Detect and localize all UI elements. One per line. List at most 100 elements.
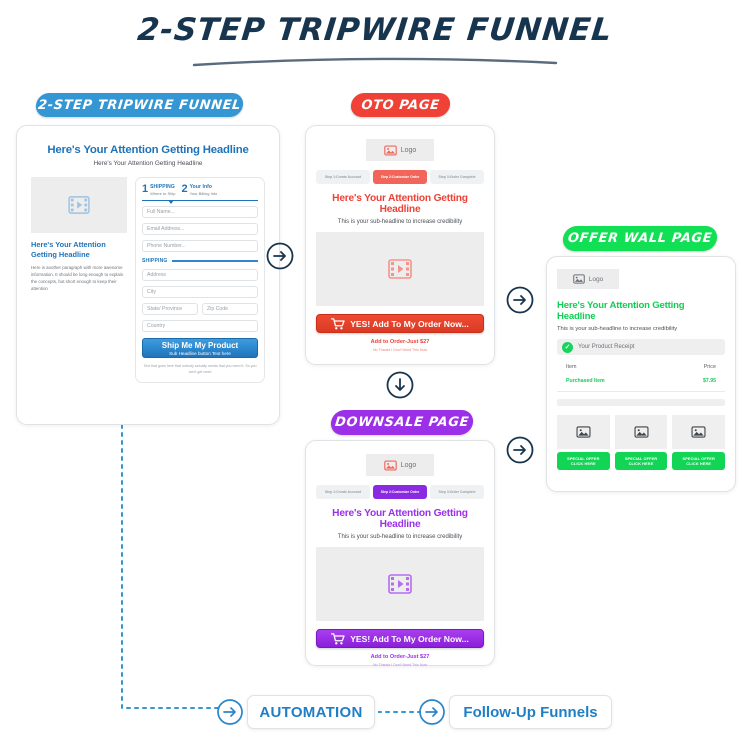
tripwire-order-form: 1 SHIPPING Where to Ship 2 Your Info You… — [135, 177, 265, 384]
badge-tripwire-label: 2-STEP TRIPWIRE FUNNEL — [37, 97, 242, 113]
tripwire-step-1[interactable]: 1 SHIPPING Where to Ship — [142, 183, 176, 197]
badge-oto-label: OTO PAGE — [360, 97, 441, 113]
oto-headline: Here's Your Attention Getting Headline — [332, 193, 468, 215]
downsale-headline: Here's Your Attention Getting Headline — [332, 508, 468, 530]
special-offer-button-1[interactable]: SPECIAL OFFER CLICK HERE — [557, 452, 610, 470]
downsale-logo: Logo — [366, 454, 434, 476]
downsale-decline-link[interactable]: No Thanks I Don't Need This Now — [316, 663, 484, 667]
oto-video-placeholder[interactable] — [316, 232, 484, 306]
title-underline — [192, 57, 558, 67]
arrow-to-automation — [217, 699, 243, 725]
offerwall-table-header: Item Price — [557, 364, 725, 370]
downsale-cta-button[interactable]: YES! Add To My Order Now... — [316, 629, 484, 648]
tripwire-step-2-number: 2 — [181, 183, 188, 195]
oto-logo: Logo — [366, 139, 434, 161]
downsale-page-card: Logo Step 1:Create Account Step 2:Custom… — [305, 440, 495, 667]
followup-funnels-node[interactable]: Follow-Up Funnels — [449, 695, 612, 729]
badge-offer-wall-page: OFFER WALL PAGE — [561, 226, 719, 251]
automation-node[interactable]: AUTOMATION — [247, 695, 375, 729]
downsale-tab-step-3[interactable]: Step 3:Order Complete — [430, 485, 484, 499]
full-name-input[interactable]: Full Name... — [142, 206, 258, 218]
image-placeholder-icon — [576, 426, 591, 438]
offerwall-offer-grid: SPECIAL OFFER CLICK HERE SPECIAL OFFER C… — [557, 415, 726, 470]
oto-decline-link[interactable]: No Thanks I Don't Need This Now — [316, 348, 484, 352]
tripwire-step-1-number: 1 — [142, 183, 149, 195]
shipping-section-label: SHIPPING — [142, 258, 168, 264]
oto-page-card: Logo Step 1:Create Account Step 2:Custom… — [305, 125, 495, 365]
shopping-cart-icon — [331, 317, 345, 329]
shipping-section-header: SHIPPING — [142, 258, 258, 264]
phone-number-input[interactable]: Phone Number... — [142, 240, 258, 252]
badge-downsale-label: DOWNSALE PAGE — [334, 415, 470, 430]
arrow-downsale-to-offerwall — [506, 436, 534, 464]
offer-btn-3-line2: CLICK HERE — [686, 461, 712, 466]
downsale-video-placeholder[interactable] — [316, 547, 484, 621]
tripwire-step-1-title: SHIPPING — [150, 184, 175, 190]
image-placeholder-icon — [691, 426, 706, 438]
downsale-logo-label: Logo — [400, 461, 417, 469]
offerwall-receipt-label: Your Product Receipt — [578, 344, 635, 350]
offer-thumbnail-1[interactable] — [557, 415, 610, 449]
city-input[interactable]: City — [142, 286, 258, 298]
ship-button-main-label: Ship Me My Product — [161, 340, 239, 350]
arrow-to-followup — [419, 699, 445, 725]
check-circle-icon: ✓ — [562, 341, 573, 353]
arrow-oto-to-downsale — [386, 371, 414, 399]
oto-cta-button[interactable]: YES! Add To My Order Now... — [316, 314, 484, 333]
offerwall-logo: Logo — [557, 269, 619, 289]
state-province-input[interactable]: State/ Province — [142, 303, 198, 315]
image-placeholder-icon — [633, 426, 649, 438]
offerwall-logo-label: Logo — [588, 275, 604, 283]
offerwall-col-item: Item — [566, 364, 577, 370]
badge-tripwire-funnel: 2-STEP TRIPWIRE FUNNEL — [34, 93, 245, 117]
offer-thumbnail-3[interactable] — [672, 415, 726, 449]
list-item: SPECIAL OFFER CLICK HERE — [614, 415, 668, 470]
dashed-path-automation-to-followup — [378, 711, 421, 713]
offer-btn-2-line2: CLICK HERE — [628, 461, 654, 466]
tripwire-step-tabs: 1 SHIPPING Where to Ship 2 Your Info You… — [142, 183, 258, 204]
badge-downsale-page: DOWNSALE PAGE — [329, 410, 475, 435]
ship-me-my-product-button[interactable]: Ship Me My Product Sub Headline button T… — [142, 338, 258, 358]
offerwall-row-price: $7.95 — [703, 378, 716, 384]
arrow-tripwire-to-oto — [266, 242, 294, 270]
oto-tab-step-1[interactable]: Step 1:Create Account — [316, 170, 370, 184]
tripwire-step-1-sub: Where to Ship — [150, 191, 176, 196]
oto-subheadline: This is your sub-headline to increase cr… — [337, 219, 463, 225]
followup-label: Follow-Up Funnels — [463, 703, 598, 721]
oto-logo-label: Logo — [400, 146, 417, 154]
downsale-cta-label: YES! Add To My Order Now... — [350, 633, 469, 644]
oto-tab-step-3[interactable]: Step 3:Order Complete — [430, 170, 484, 184]
image-placeholder-icon — [572, 274, 585, 284]
email-address-input[interactable]: Email Address... — [142, 223, 258, 235]
tripwire-left-paragraph: Here is another paragraph with more awes… — [31, 264, 124, 292]
list-item: SPECIAL OFFER CLICK HERE — [557, 415, 610, 470]
image-placeholder-icon — [383, 459, 397, 471]
video-placeholder-icon — [388, 574, 412, 594]
tripwire-video-placeholder[interactable] — [31, 177, 127, 233]
address-input[interactable]: Address — [142, 269, 258, 281]
country-input[interactable]: Country — [142, 320, 258, 332]
special-offer-button-2[interactable]: SPECIAL OFFER CLICK HERE — [614, 452, 668, 470]
oto-tab-step-2[interactable]: Step 2:Customize Order — [373, 170, 427, 184]
downsale-price-line: Add to Order-Just $27 — [370, 654, 430, 660]
table-row: Purchased Item $7.95 — [557, 378, 725, 392]
downsale-step-tabs: Step 1:Create Account Step 2:Customize O… — [316, 485, 484, 499]
tripwire-subheadline: Here's Your Attention Getting Headline — [93, 160, 203, 167]
video-placeholder-icon — [68, 196, 90, 214]
tripwire-left-column: Here's Your Attention Getting Headline H… — [31, 177, 127, 383]
tripwire-step-2-sub: Your Billing Info — [189, 191, 218, 196]
tripwire-step-2-title: Your Info — [189, 184, 213, 190]
offer-thumbnail-2[interactable] — [614, 415, 668, 449]
tripwire-active-step-caret — [168, 200, 174, 204]
shopping-cart-icon — [331, 632, 345, 644]
offer-btn-1-line2: CLICK HERE — [570, 461, 596, 466]
tripwire-step-2[interactable]: 2 Your Info Your Billing Info — [181, 183, 218, 197]
arrow-oto-to-offerwall — [506, 286, 534, 314]
oto-step-tabs: Step 1:Create Account Step 2:Customize O… — [316, 170, 484, 184]
downsale-tab-step-1[interactable]: Step 1:Create Account — [316, 485, 370, 499]
zip-code-input[interactable]: Zip Code — [202, 303, 258, 315]
oto-cta-label: YES! Add To My Order Now... — [350, 318, 469, 329]
offerwall-receipt-bar: ✓ Your Product Receipt — [557, 339, 725, 355]
special-offer-button-3[interactable]: SPECIAL OFFER CLICK HERE — [672, 452, 726, 470]
downsale-tab-step-2[interactable]: Step 2:Customize Order — [373, 485, 427, 499]
